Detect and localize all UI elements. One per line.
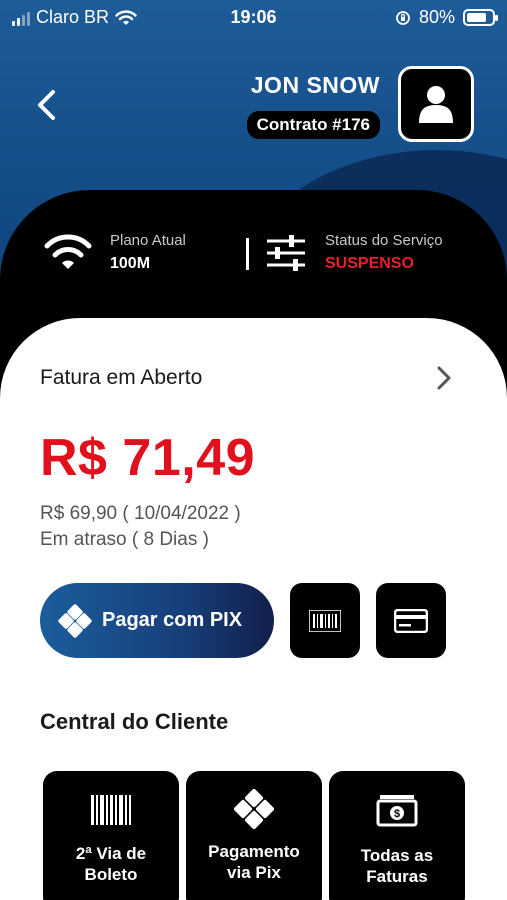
invoice-original-due: R$ 69,90 ( 10/04/2022 ) [40, 503, 241, 524]
pay-with-pix-button[interactable]: Pagar com PIX [40, 583, 274, 658]
user-name: JON SNOW [250, 72, 380, 98]
status-bar: Claro BR 19:06 80% [0, 0, 507, 36]
tile-label-line: Faturas [366, 867, 428, 886]
customer-center-title: Central do Cliente [40, 709, 229, 734]
pix-icon [58, 603, 92, 638]
info-divider [246, 238, 249, 270]
plan-text: Plano Atual 100M [110, 232, 186, 273]
battery-icon [463, 9, 498, 26]
chevron-right-icon [437, 366, 451, 390]
user-icon [419, 86, 453, 123]
status-value: SUSPENSO [325, 255, 414, 272]
plan-value: 100M [110, 255, 151, 272]
tile-label: 2ª Via de Boleto [76, 843, 146, 885]
tile-all-invoices[interactable]: $ Todas as Faturas [329, 771, 465, 900]
sliders-icon [267, 234, 305, 271]
barcode-button[interactable] [290, 583, 360, 658]
tile-label: Pagamento via Pix [208, 841, 300, 883]
money-icon: $ [376, 795, 418, 827]
invoice-amount: R$ 71,49 [40, 429, 256, 487]
avatar[interactable] [398, 66, 474, 142]
battery-percent: 80% [418, 7, 455, 27]
orientation-lock-icon [396, 10, 410, 25]
tile-label-line: Pagamento [208, 842, 300, 861]
status-bar-right: 80% [395, 7, 498, 28]
current-plan: Plano Atual 100M [44, 232, 186, 273]
tile-duplicate-boleto[interactable]: 2ª Via de Boleto [43, 771, 179, 900]
wifi-icon [44, 234, 92, 269]
barcode-icon [309, 609, 341, 632]
invoice-details-button[interactable] [432, 365, 456, 391]
tile-label-line: via Pix [227, 863, 281, 882]
credit-card-icon [394, 608, 428, 633]
plan-label: Plano Atual [110, 232, 186, 249]
contract-badge: Contrato #176 [246, 111, 380, 139]
service-status: Status do Serviço SUSPENSO [265, 232, 443, 273]
tile-label-line: Boleto [84, 865, 138, 884]
open-invoice-title[interactable]: Fatura em Aberto [40, 366, 202, 390]
battery-fill [467, 13, 487, 22]
tile-label: Todas as Faturas [361, 845, 433, 887]
svg-text:$: $ [394, 808, 400, 820]
invoice-overdue: Em atraso ( 8 Dias ) [40, 529, 209, 550]
status-text: Status do Serviço SUSPENSO [325, 232, 443, 273]
status-label: Status do Serviço [325, 232, 443, 249]
tile-label-line: 2ª Via de [75, 844, 147, 863]
tile-label-line: Todas as [360, 846, 434, 865]
chevron-left-icon [38, 90, 55, 120]
tile-pix-payment[interactable]: Pagamento via Pix [186, 771, 322, 900]
card-payment-button[interactable] [376, 583, 446, 658]
back-button[interactable] [30, 85, 62, 125]
pix-button-label: Pagar com PIX [102, 609, 243, 631]
barcode-icon [91, 795, 131, 825]
pix-icon [234, 789, 274, 829]
